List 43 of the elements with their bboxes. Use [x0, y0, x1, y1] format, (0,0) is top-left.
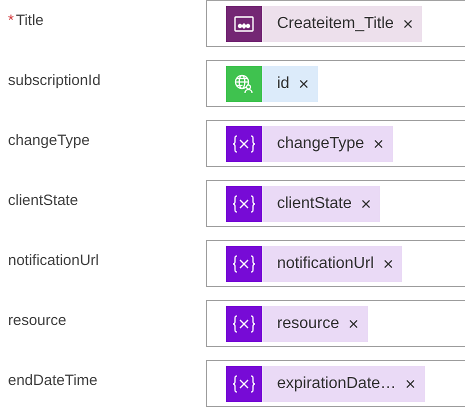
field-label: Title [16, 11, 44, 31]
token-chip[interactable]: clientState × [226, 186, 380, 222]
token-text: resource [276, 314, 340, 334]
field-label: notificationUrl [8, 251, 99, 271]
globe-person-icon [234, 74, 254, 94]
field-label: changeType [8, 131, 90, 151]
remove-button[interactable]: × [289, 74, 318, 92]
token-text: id [276, 74, 290, 94]
remove-button[interactable]: × [396, 374, 425, 392]
token-text: clientState [276, 194, 352, 214]
required-mark: * [8, 11, 14, 31]
remove-button[interactable]: × [339, 314, 368, 332]
token-chip[interactable]: id × [226, 66, 318, 102]
remove-button[interactable]: × [394, 14, 422, 32]
token-text: notificationUrl [276, 254, 374, 274]
variable-icon [232, 254, 256, 272]
token-chip[interactable]: Createitem_Title × [226, 6, 422, 42]
field-label: endDateTime [8, 371, 98, 391]
token-chip[interactable]: expirationDate… × [226, 366, 425, 402]
input-field[interactable]: id × [206, 60, 465, 107]
input-field[interactable]: clientState × [206, 180, 465, 227]
token-chip[interactable]: notificationUrl × [226, 246, 402, 282]
remove-button[interactable]: × [374, 254, 402, 272]
field-label: clientState [8, 191, 78, 211]
app-icon [234, 16, 254, 32]
input-field[interactable]: Createitem_Title × [206, 0, 465, 47]
token-text: expirationDate… [276, 374, 396, 394]
token-text: changeType [276, 134, 364, 154]
variable-icon [232, 374, 256, 392]
variable-icon [232, 134, 256, 152]
input-field[interactable]: resource × [206, 300, 465, 347]
input-field[interactable]: changeType × [206, 120, 465, 167]
token-chip[interactable]: resource × [226, 306, 368, 342]
variable-icon [232, 314, 256, 332]
field-label: resource [8, 311, 66, 331]
remove-button[interactable]: × [352, 194, 380, 212]
input-field[interactable]: notificationUrl × [206, 240, 465, 287]
remove-button[interactable]: × [364, 134, 393, 152]
input-field[interactable]: expirationDate… × [206, 360, 465, 407]
token-text: Createitem_Title [276, 14, 394, 34]
variable-icon [232, 194, 256, 212]
token-chip[interactable]: changeType × [226, 126, 393, 162]
field-label: subscriptionId [8, 71, 101, 91]
